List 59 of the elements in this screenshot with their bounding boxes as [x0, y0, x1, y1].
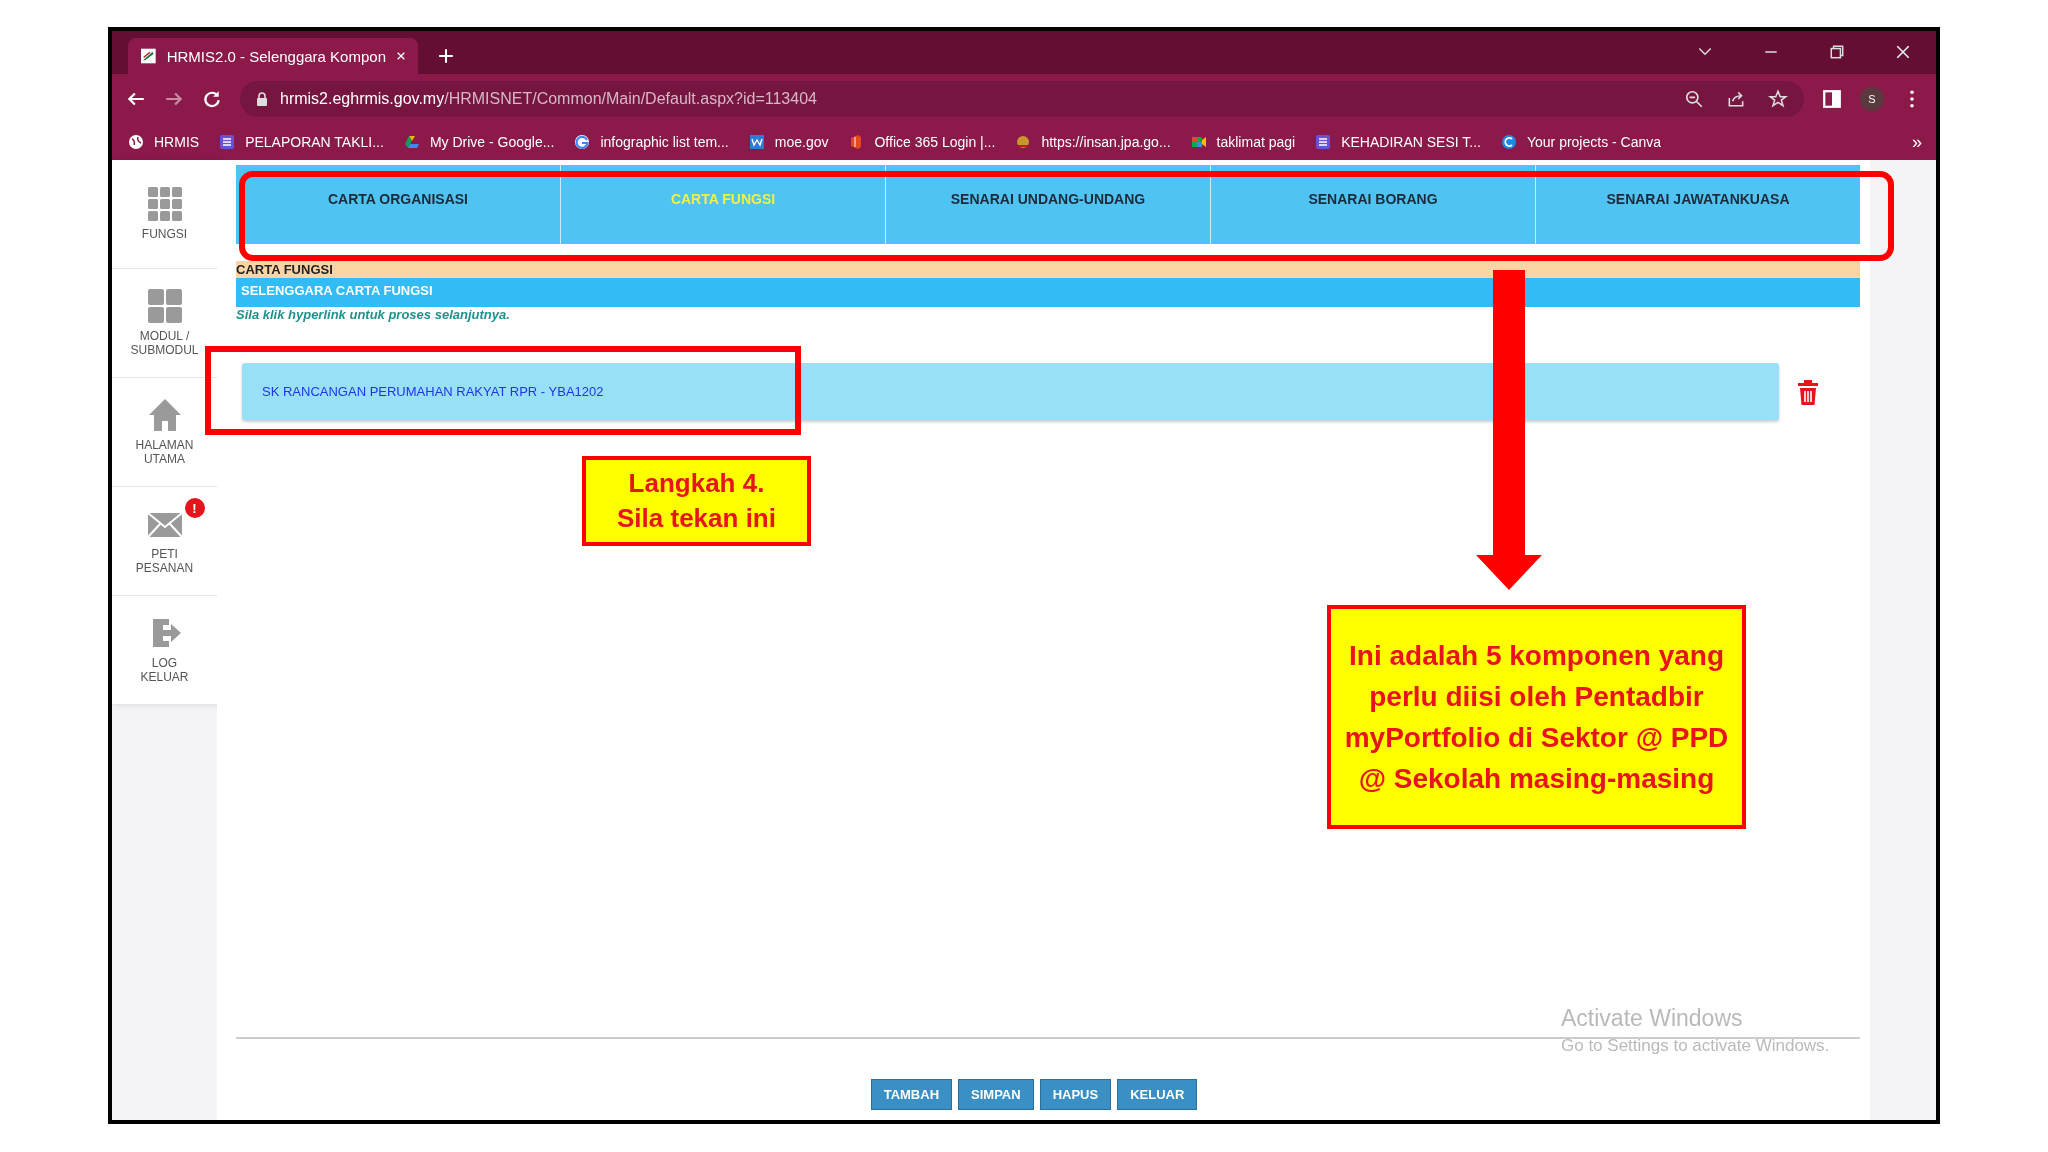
url-text: hrmis2.eghrmis.gov.my/HRMISNET/Common/Main/Default.aspx?id=113404	[280, 90, 817, 108]
circle-icon	[1500, 134, 1517, 150]
trash-icon[interactable]	[1796, 377, 1820, 406]
sidebar-item[interactable]: ! PETI PESANAN	[112, 487, 217, 596]
ring-icon	[574, 134, 591, 150]
close-icon[interactable]	[1895, 44, 1911, 60]
subsection-title: SELENGGARA CARTA FUNGSI	[236, 278, 1860, 307]
address-bar[interactable]: hrmis2.eghrmis.gov.my/HRMISNET/Common/Main/Default.aspx?id=113404	[240, 81, 1804, 117]
emblem-icon	[1015, 134, 1032, 150]
tab[interactable]: SENARAI JAWATANKUASA	[1535, 165, 1860, 244]
bookmark[interactable]: KEHADIRAN SESI T...	[1315, 134, 1481, 150]
sidebar-item[interactable]: FUNGSI	[112, 160, 217, 269]
item-link[interactable]: SK RANCANGAN PERUMAHAN RAKYAT RPR - YBA1202	[242, 363, 1779, 420]
tab[interactable]: CARTA ORGANISASI	[236, 165, 560, 244]
close-icon[interactable]	[396, 50, 406, 62]
tab-title: HRMIS2.0 - Selenggara Kompon	[166, 47, 386, 65]
bookmark[interactable]: Office 365 Login |...	[848, 134, 996, 150]
logo-icon	[140, 46, 157, 66]
tab[interactable]: SENARAI UNDANG-UNDANG	[885, 165, 1210, 244]
document-icon	[748, 134, 765, 150]
bookmark[interactable]: My Drive - Google...	[403, 134, 555, 150]
camera-icon	[1190, 134, 1207, 150]
callout-note: Ini adalah 5 komponen yang perlu diisi oleh Pentadbir myPortfolio di Sektor @ PPD @ Sekolah masing-masing	[1327, 605, 1746, 829]
bookmark[interactable]: taklimat pagi	[1190, 134, 1296, 150]
action-button[interactable]: SIMPAN	[958, 1079, 1034, 1110]
bookmark[interactable]: moe.gov	[748, 134, 829, 150]
action-button[interactable]: TAMBAH	[870, 1079, 953, 1110]
side-panel-icon[interactable]	[1822, 89, 1842, 109]
activation-notice-title: Activate Windows	[1561, 1005, 1744, 1032]
bookmark[interactable]: https://insan.jpa.go...	[1015, 134, 1171, 150]
bookmark[interactable]: PELAPORAN TAKLI...	[219, 134, 384, 150]
triangle-icon	[403, 134, 420, 150]
action-button[interactable]: HAPUS	[1039, 1079, 1112, 1110]
list-icon	[1315, 134, 1332, 150]
bookmark[interactable]: Your projects - Canva	[1500, 134, 1662, 150]
grid-icon	[146, 186, 183, 223]
list-icon	[219, 134, 236, 150]
activation-notice-text: Go to Settings to activate Windows.	[1561, 1036, 1830, 1056]
new-tab-icon[interactable]	[438, 48, 454, 64]
restore-icon[interactable]	[1829, 44, 1845, 60]
share-icon[interactable]	[1726, 89, 1746, 109]
callout-note: Langkah 4. Sila tekan ini	[582, 456, 811, 546]
more-bookmarks[interactable]: »	[1912, 131, 1922, 153]
section-title: CARTA FUNGSI	[236, 261, 1860, 278]
hint-text: Sila klik hyperlink untuk proses selanjutnya.	[236, 307, 511, 323]
grid-icon	[146, 288, 183, 325]
bookmark[interactable]: infographic list tem...	[574, 134, 729, 150]
tab[interactable]: SENARAI BORANG	[1210, 165, 1535, 244]
action-button[interactable]: KELUAR	[1117, 1079, 1198, 1110]
lock-icon	[256, 92, 268, 106]
notification-badge: !	[184, 498, 205, 519]
bookmark[interactable]: HRMIS	[128, 134, 200, 150]
zoom-out-icon[interactable]	[1684, 89, 1704, 109]
profile-avatar[interactable]: S	[1860, 87, 1884, 111]
globe-icon	[128, 134, 144, 150]
sidebar-item[interactable]: MODUL / SUBMODUL	[112, 269, 217, 378]
browser-tab[interactable]: HRMIS2.0 - Selenggara Kompon	[128, 38, 418, 74]
star-icon[interactable]	[1768, 89, 1788, 109]
reload-icon[interactable]	[202, 89, 222, 109]
